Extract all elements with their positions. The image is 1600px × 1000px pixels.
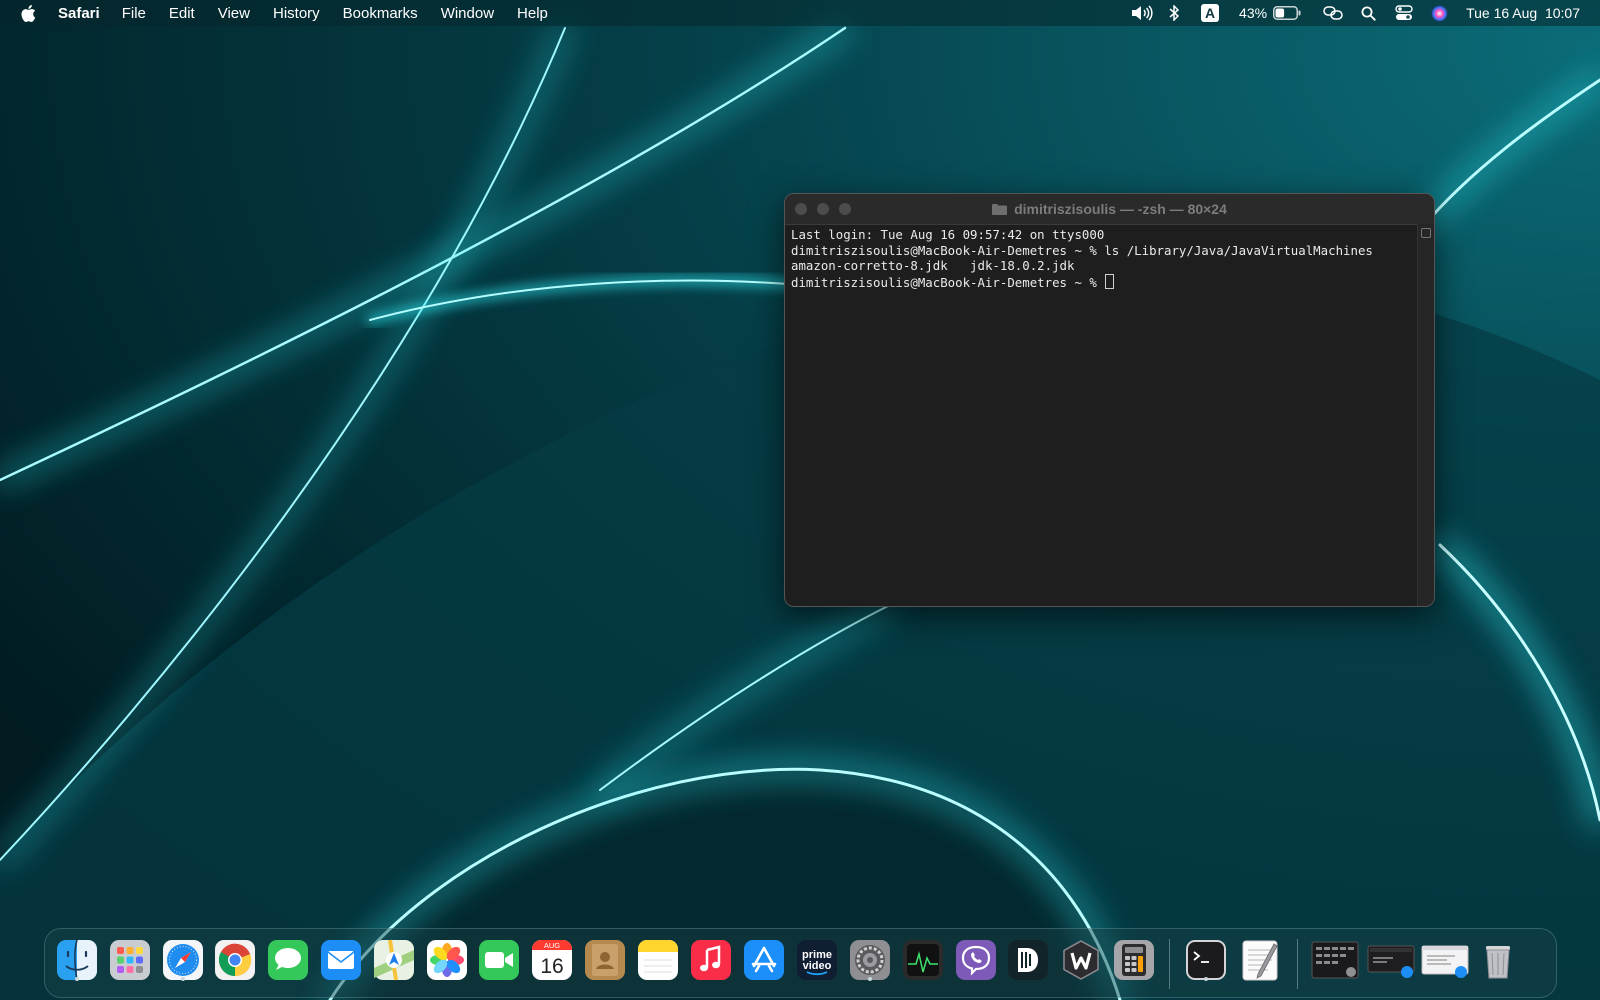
notes-icon[interactable] [636,938,680,982]
terminal-prompt-line: dimitriszisoulis@MacBook-Air-Demetres ~ … [791,273,1414,291]
mail-icon[interactable] [319,938,363,982]
terminal-titlebar[interactable]: dimitriszisoulis — -zsh — 80×24 [785,194,1434,225]
menu-view[interactable]: View [218,5,250,22]
chrome-icon[interactable] [213,938,257,982]
terminal-cursor [1105,273,1115,289]
input-source-icon[interactable]: A [1201,0,1220,26]
wondershare-icon[interactable] [1059,938,1103,982]
running-indicator [868,977,872,981]
terminal-title: dimitriszisoulis — -zsh — 80×24 [785,194,1434,224]
spotlight-search-icon[interactable] [1361,0,1376,26]
dashlane-icon[interactable] [1006,938,1050,982]
menu-history[interactable]: History [273,5,320,22]
activity-monitor-icon[interactable] [901,938,945,982]
finder-icon[interactable] [55,938,99,982]
screenshot-thumbnail-icon[interactable] [1367,938,1415,982]
terminal-line: dimitriszisoulis@MacBook-Air-Demetres ~ … [791,242,1373,258]
terminal-icon[interactable] [1184,938,1228,982]
safari-icon[interactable] [161,938,205,982]
menu-file[interactable]: File [122,5,146,22]
control-center-icon[interactable] [1395,0,1413,26]
calculator-icon[interactable] [1112,938,1156,982]
music-icon[interactable] [689,938,733,982]
menu-bookmarks[interactable]: Bookmarks [343,5,418,22]
dock-separator [1297,939,1298,989]
terminal-prompt: dimitriszisoulis@MacBook-Air-Demetres ~ … [791,274,1105,290]
battery-percent: 43% [1239,5,1268,21]
app-store-icon[interactable] [742,938,786,982]
launchpad-icon[interactable] [108,938,152,982]
bluetooth-icon[interactable] [1169,0,1180,26]
running-indicator [181,977,185,981]
system-preferences-icon[interactable] [848,938,892,982]
siri-icon[interactable] [1431,0,1448,26]
menu-edit[interactable]: Edit [169,5,195,22]
terminal-line: Last login: Tue Aug 16 09:57:42 on ttys0… [791,227,1105,242]
folder-icon [992,203,1008,215]
menu-bar: Safari File Edit View History Bookmarks … [0,0,1600,26]
battery-icon[interactable] [1273,0,1301,26]
menu-help[interactable]: Help [517,5,548,22]
menu-app-safari[interactable]: Safari [58,5,100,22]
dock-separator [1169,939,1170,989]
textedit-icon[interactable] [1238,938,1282,982]
calendar-day: 16 [540,955,563,978]
maps-icon[interactable] [372,938,416,982]
calendar-month: AUG [544,941,560,950]
terminal-line: amazon-corretto-8.jdk jdk-18.0.2.jdk [791,258,1075,274]
prime-video-label-2: video [803,960,832,972]
terminal-window[interactable]: dimitriszisoulis — -zsh — 80×24 Last log… [784,193,1435,607]
apple-menu-icon[interactable] [20,4,40,23]
terminal-scrollbar[interactable] [1417,224,1434,606]
facetime-icon[interactable] [477,938,521,982]
messages-icon[interactable] [266,938,310,982]
volume-icon[interactable] [1131,0,1153,26]
menu-window[interactable]: Window [441,5,494,22]
viber-icon[interactable] [954,938,998,982]
calendar-icon[interactable]: AUG 16 [530,938,574,982]
screenshot-thumbnail-icon[interactable] [1311,938,1359,982]
dock: AUG 16 prime video [44,928,1557,998]
running-indicator [75,977,79,981]
screen-mirroring-icon[interactable] [1323,0,1343,26]
trash-icon[interactable] [1476,938,1520,982]
running-indicator [1204,977,1208,981]
terminal-output[interactable]: Last login: Tue Aug 16 09:57:42 on ttys0… [791,227,1414,606]
split-pane-icon[interactable] [1421,228,1431,238]
battery-level-fill [1275,8,1285,18]
terminal-title-text: dimitriszisoulis — -zsh — 80×24 [1014,201,1227,217]
screenshot-thumbnail-icon[interactable] [1421,938,1469,982]
photos-icon[interactable] [425,938,469,982]
input-source-label: A [1201,4,1220,22]
menu-clock[interactable]: Tue 16 Aug 10:07 [1466,5,1580,21]
prime-video-icon[interactable]: prime video [795,938,839,982]
contacts-icon[interactable] [583,938,627,982]
